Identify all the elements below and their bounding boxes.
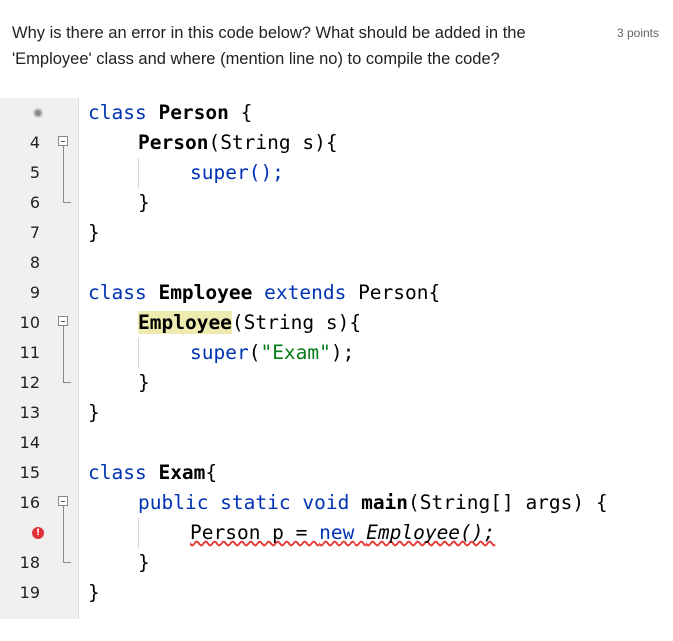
fold-guide-end: [63, 562, 71, 563]
code-line: 19 }: [0, 578, 673, 608]
line-number: 16: [19, 493, 40, 512]
fold-icon[interactable]: [58, 316, 68, 326]
code-line: 8: [0, 248, 673, 278]
code-line: 12 }: [0, 368, 673, 398]
code-line: 4 Person(String s){: [0, 128, 673, 158]
code-line: 18 }: [0, 548, 673, 578]
fold-guide-end: [63, 382, 71, 383]
error-icon[interactable]: !: [32, 527, 44, 539]
fold-icon[interactable]: [58, 136, 68, 146]
line-number: 10: [19, 313, 40, 332]
line-number: 11: [19, 343, 40, 362]
question-text: Why is there an error in this code below…: [12, 24, 526, 68]
indent-guide: [138, 518, 139, 548]
line-number: 7: [29, 223, 40, 242]
code-line: 13 }: [0, 398, 673, 428]
code-line: 16 public static void main(String[] args…: [0, 488, 673, 518]
line-number: 13: [19, 403, 40, 422]
fold-guide: [63, 146, 64, 202]
line-number: 12: [19, 373, 40, 392]
line-number: 6: [29, 193, 40, 212]
fold-guide: [63, 506, 64, 562]
fold-guide-end: [63, 202, 71, 203]
code-line: 14: [0, 428, 673, 458]
line-number: 19: [19, 583, 40, 602]
code-line: 11 super("Exam");: [0, 338, 673, 368]
code-line: 10 Employee(String s){: [0, 308, 673, 338]
indent-guide: [138, 158, 139, 188]
code-line: 15 class Exam{: [0, 458, 673, 488]
line-number: 15: [19, 463, 40, 482]
code-line: 6 }: [0, 188, 673, 218]
line-number: 14: [19, 433, 40, 452]
fold-icon[interactable]: [58, 496, 68, 506]
line-number: 5: [29, 163, 40, 182]
indent-guide: [138, 338, 139, 368]
line-number: 9: [29, 283, 40, 302]
line-number: 18: [19, 553, 40, 572]
breakpoint-icon: [33, 108, 43, 118]
code-line: 7 }: [0, 218, 673, 248]
points-label: 3 points: [616, 26, 659, 40]
code-line: 5 super();: [0, 158, 673, 188]
line-number: 4: [29, 133, 40, 152]
code-line: 9 class Employee extends Person{: [0, 278, 673, 308]
fold-guide: [63, 326, 64, 382]
line-number: 8: [29, 253, 40, 272]
code-line: ! Person p = new Employee();: [0, 518, 673, 548]
code-editor: class Person { 4 Person(String s){ 5 sup…: [0, 98, 673, 619]
code-line: class Person {: [0, 98, 673, 128]
